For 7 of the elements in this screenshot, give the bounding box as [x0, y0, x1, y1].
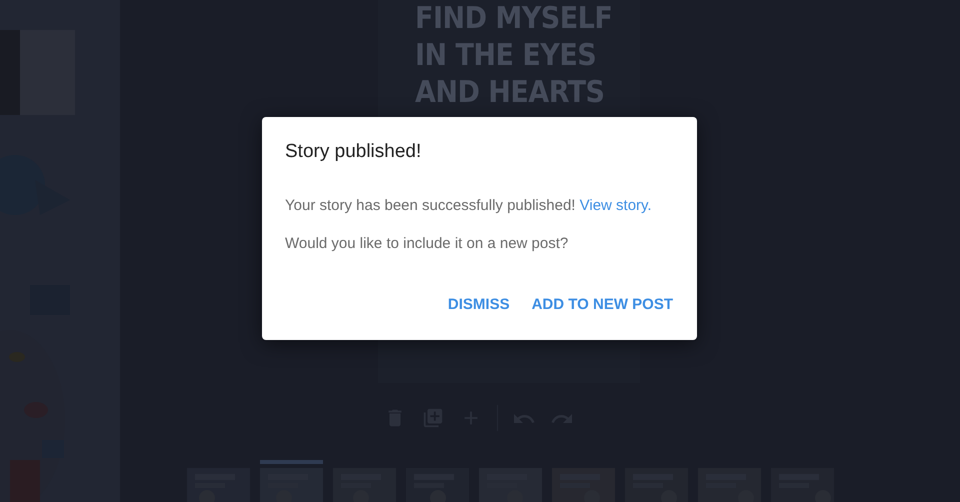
dialog-message: Your story has been successfully published! View story.: [285, 196, 653, 216]
add-to-post-button[interactable]: ADD TO NEW POST: [524, 288, 681, 321]
dismiss-button[interactable]: DISMISS: [440, 288, 518, 321]
dialog-question: Would you like to include it on a new post?: [285, 234, 570, 254]
view-story-link[interactable]: View story.: [580, 197, 652, 214]
slide-thumbnail[interactable]: [260, 460, 322, 502]
dialog-title: Story published!: [285, 141, 422, 163]
